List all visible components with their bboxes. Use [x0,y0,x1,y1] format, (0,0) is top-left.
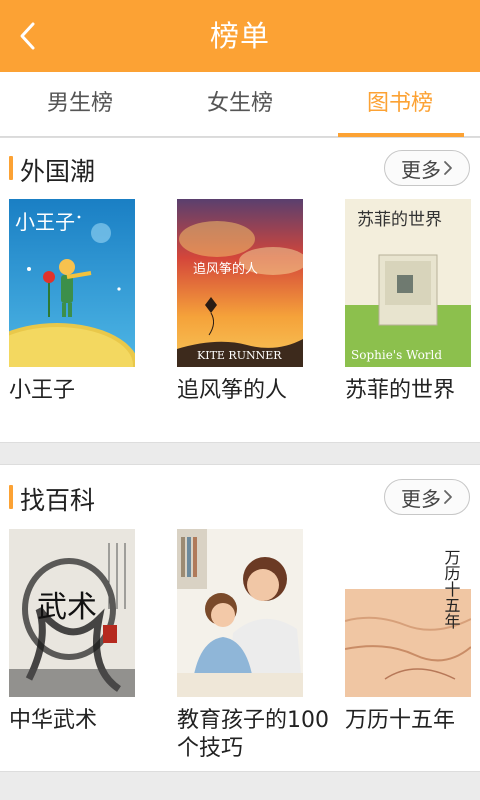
section-accent-bar [9,485,13,509]
more-button-label: 更多 [401,157,441,182]
book-title: 小王子 [9,378,76,403]
book-cover [177,529,303,697]
book-title: 追风筝的人 [177,378,288,403]
book-title: 教育孩子的100个技巧 [177,708,329,761]
cover-title: 小王子 [15,210,75,234]
cover-subtitle: KITE RUNNER [197,349,282,362]
cover-title: 万历十五年 [442,549,461,629]
section-foreign: 外国潮 更多 小王子 小王子 追风筝的人 KITE RUNNER 追风筝的人 苏… [0,137,480,443]
section-encyclopedia: 找百科 更多 武术 中华武术 教育孩子的100个技巧 万历十五年 万历十五年 [0,464,480,772]
section-title: 找百科 [20,486,96,515]
cover-title: 追风筝的人 [193,261,258,277]
more-button[interactable]: 更多 [384,479,470,515]
book-cover: 追风筝的人 KITE RUNNER [177,199,303,367]
cover-subtitle: Sophie's World [351,348,442,362]
tab-books[interactable]: 图书榜 [320,72,480,137]
book-cover: 苏菲的世界 Sophie's World [345,199,471,367]
tab-male[interactable]: 男生榜 [0,72,160,136]
tab-bar: 男生榜 女生榜 图书榜 [0,72,480,137]
more-button[interactable]: 更多 [384,150,470,186]
book-cover: 小王子 [9,199,135,367]
chevron-right-icon [444,161,452,175]
book-cover: 武术 [9,529,135,697]
cover-title: 苏菲的世界 [357,210,442,230]
tab-books-label: 图书榜 [366,91,433,116]
chevron-right-icon [444,490,452,504]
cover-title: 武术 [37,590,97,625]
page-title: 榜单 [209,19,270,53]
section-accent-bar [9,156,13,180]
tab-female[interactable]: 女生榜 [160,72,320,136]
top-bar: 榜单 [0,0,480,72]
book-title: 苏菲的世界 [345,378,456,403]
more-button-label: 更多 [401,486,441,511]
section-title: 外国潮 [20,157,96,186]
book-cover: 万历十五年 [345,529,471,697]
book-title: 万历十五年 [345,708,456,733]
book-title: 中华武术 [9,708,98,733]
